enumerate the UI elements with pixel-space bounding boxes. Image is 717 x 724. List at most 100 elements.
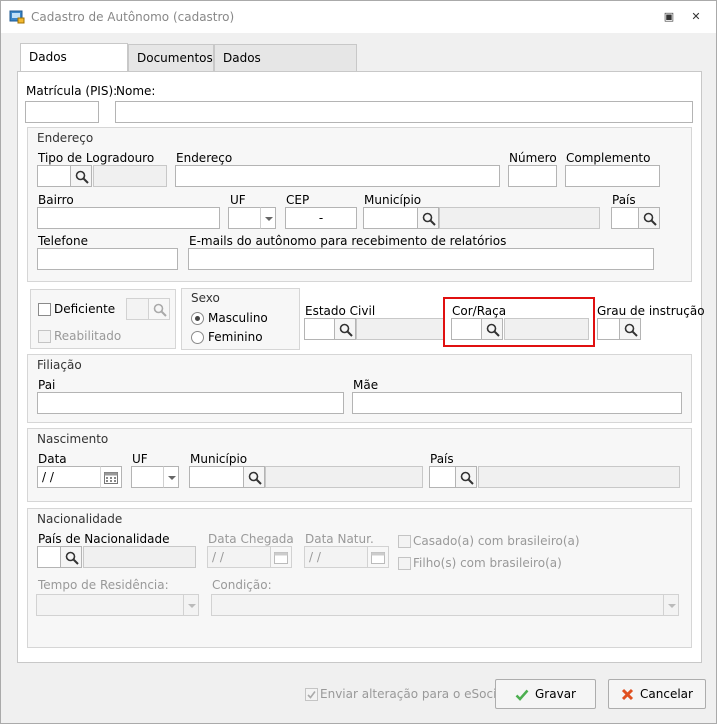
numero-input[interactable] bbox=[508, 165, 557, 187]
grau-instrucao-lookup-button[interactable] bbox=[619, 318, 641, 340]
restore-icon[interactable]: ▣ bbox=[663, 11, 675, 23]
sexo-group-title: Sexo bbox=[191, 291, 220, 305]
search-icon bbox=[153, 303, 167, 317]
enviar-esocial-label: Enviar alteração para o eSocial bbox=[320, 687, 508, 701]
data-chegada-input[interactable]: / / bbox=[207, 546, 271, 568]
emails-input[interactable] bbox=[188, 248, 654, 270]
casado-brasileiro-label: Casado(a) com brasileiro(a) bbox=[413, 534, 580, 548]
grau-instrucao-label: Grau de instrução bbox=[597, 304, 705, 318]
tab-dados-complementares[interactable]: Dados Complementares bbox=[214, 44, 357, 91]
cep-input[interactable]: - bbox=[285, 207, 357, 229]
tipo-logradouro-description bbox=[93, 165, 167, 187]
endereco-label: Endereço bbox=[176, 151, 233, 165]
search-icon bbox=[75, 170, 89, 184]
pais-label: País bbox=[612, 193, 636, 207]
estado-civil-lookup-button[interactable] bbox=[334, 318, 356, 340]
data-natur-calendar-button[interactable] bbox=[367, 546, 389, 568]
search-icon bbox=[248, 471, 262, 485]
data-nascimento-input[interactable]: / / bbox=[37, 466, 101, 488]
pai-input[interactable] bbox=[37, 392, 344, 414]
calendar-icon bbox=[104, 472, 118, 484]
pais-nacionalidade-lookup-button[interactable] bbox=[60, 546, 82, 568]
municipio-lookup-button[interactable] bbox=[417, 207, 439, 229]
search-icon bbox=[643, 212, 657, 226]
nascimento-group bbox=[27, 428, 692, 502]
pais-nascimento-lookup-button[interactable] bbox=[455, 466, 477, 488]
tab-dados-principais[interactable]: Dados Principais bbox=[20, 43, 128, 90]
cancelar-button[interactable]: Cancelar bbox=[608, 679, 706, 709]
nome-input[interactable] bbox=[115, 101, 693, 123]
uf-select[interactable] bbox=[228, 207, 262, 229]
deficiente-checkbox[interactable] bbox=[38, 303, 51, 316]
emails-label: E-mails do autônomo para recebimento de … bbox=[189, 234, 507, 248]
uf-nascimento-label: UF bbox=[132, 452, 148, 466]
reabilitado-checkbox[interactable] bbox=[38, 330, 51, 343]
municipio-nascimento-lookup-button[interactable] bbox=[243, 466, 265, 488]
tipo-logradouro-code-input[interactable] bbox=[37, 165, 71, 187]
tempo-residencia-select[interactable] bbox=[36, 594, 184, 616]
uf-nascimento-select[interactable] bbox=[131, 466, 165, 488]
pais-nascimento-description bbox=[478, 466, 680, 488]
deficiencia-lookup-button[interactable] bbox=[148, 298, 170, 320]
data-natur-input[interactable]: / / bbox=[304, 546, 368, 568]
pais-nacionalidade-description bbox=[83, 546, 196, 568]
search-icon bbox=[624, 323, 638, 337]
dialog-window: Cadastro de Autônomo (cadastro) ▣ ✕ Dado… bbox=[0, 0, 717, 724]
condicao-label: Condição: bbox=[212, 578, 272, 592]
estado-civil-description bbox=[356, 318, 445, 340]
pai-label: Pai bbox=[38, 378, 56, 392]
cep-label: CEP bbox=[286, 193, 310, 207]
estado-civil-code-input[interactable] bbox=[304, 318, 335, 340]
condicao-dropdown-button[interactable] bbox=[663, 594, 679, 616]
sexo-feminino-radio[interactable] bbox=[191, 331, 204, 344]
uf-nascimento-dropdown-button[interactable] bbox=[163, 466, 179, 488]
municipio-label: Município bbox=[364, 193, 422, 207]
title-bar: Cadastro de Autônomo (cadastro) ▣ ✕ bbox=[1, 1, 716, 33]
pais-nacionalidade-label: País de Nacionalidade bbox=[38, 532, 170, 546]
grau-instrucao-code-input[interactable] bbox=[597, 318, 620, 340]
pais-code-input[interactable] bbox=[611, 207, 639, 229]
casado-brasileiro-checkbox[interactable] bbox=[398, 535, 411, 548]
deficiente-label: Deficiente bbox=[54, 302, 116, 316]
data-nascimento-calendar-button[interactable] bbox=[100, 466, 122, 488]
uf-label: UF bbox=[230, 193, 246, 207]
telefone-label: Telefone bbox=[38, 234, 88, 248]
filiacao-group-title: Filiação bbox=[37, 358, 82, 372]
pais-nascimento-label: País bbox=[430, 452, 454, 466]
condicao-select[interactable] bbox=[211, 594, 664, 616]
sexo-masculino-radio[interactable] bbox=[191, 312, 204, 325]
municipio-nascimento-label: Município bbox=[190, 452, 248, 466]
filho-brasileiro-checkbox[interactable] bbox=[398, 557, 411, 570]
telefone-input[interactable] bbox=[37, 248, 178, 270]
deficiencia-code-input[interactable] bbox=[126, 298, 150, 320]
endereco-input[interactable] bbox=[175, 165, 500, 187]
municipio-code-input[interactable] bbox=[363, 207, 418, 229]
gravar-label: Gravar bbox=[535, 687, 576, 701]
close-icon[interactable]: ✕ bbox=[690, 11, 702, 23]
municipio-nascimento-code-input[interactable] bbox=[189, 466, 244, 488]
data-natur-label: Data Natur. bbox=[305, 532, 374, 546]
pais-lookup-button[interactable] bbox=[638, 207, 660, 229]
matricula-input[interactable] bbox=[25, 101, 99, 123]
data-nascimento-label: Data bbox=[38, 452, 67, 466]
nome-label: Nome: bbox=[116, 84, 156, 98]
tab-documentos[interactable]: Documentos bbox=[128, 44, 214, 71]
app-icon bbox=[9, 10, 25, 24]
enviar-esocial-checkbox[interactable] bbox=[305, 688, 318, 701]
mae-input[interactable] bbox=[352, 392, 682, 414]
window-title: Cadastro de Autônomo (cadastro) bbox=[31, 10, 235, 24]
search-icon bbox=[422, 212, 436, 226]
municipio-nascimento-description bbox=[265, 466, 423, 488]
uf-dropdown-button[interactable] bbox=[260, 207, 276, 229]
municipio-description bbox=[439, 207, 600, 229]
tipo-logradouro-lookup-button[interactable] bbox=[70, 165, 92, 187]
complemento-input[interactable] bbox=[565, 165, 660, 187]
gravar-button[interactable]: Gravar bbox=[495, 679, 596, 709]
search-icon bbox=[65, 551, 79, 565]
matricula-label: Matrícula (PIS): bbox=[26, 84, 118, 98]
tempo-residencia-dropdown-button[interactable] bbox=[183, 594, 199, 616]
bairro-input[interactable] bbox=[37, 207, 220, 229]
pais-nacionalidade-code-input[interactable] bbox=[37, 546, 61, 568]
data-chegada-calendar-button[interactable] bbox=[270, 546, 292, 568]
pais-nascimento-code-input[interactable] bbox=[429, 466, 456, 488]
